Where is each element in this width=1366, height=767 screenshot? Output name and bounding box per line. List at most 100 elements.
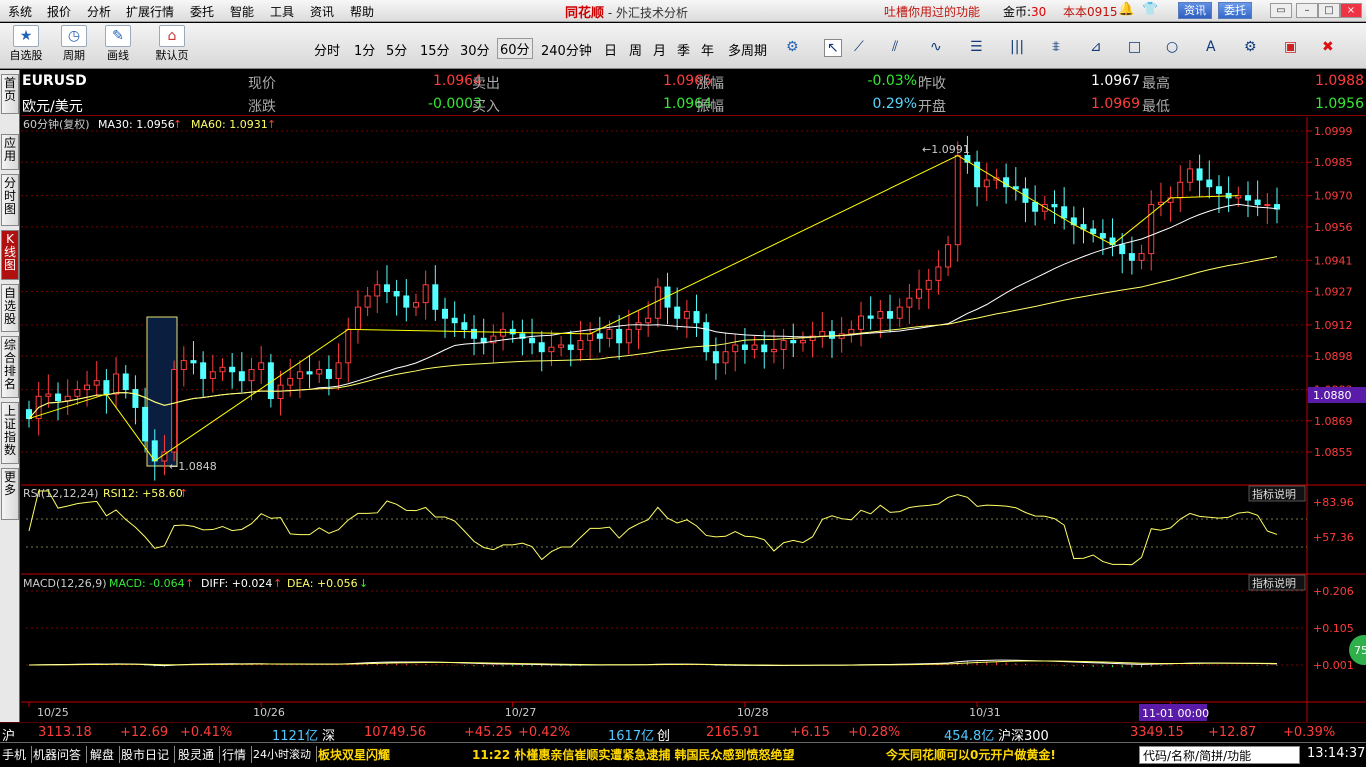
period-5min[interactable]: 5分 [386, 40, 407, 59]
line-tool-icon[interactable]: ⟋ [854, 39, 864, 55]
period-season[interactable]: 季 [677, 40, 690, 59]
ma30-label: MA30: 1.0956 [98, 118, 175, 131]
menu-quote[interactable]: 报价 [47, 3, 71, 20]
period-60min[interactable]: 60分 [497, 38, 533, 59]
period-30min[interactable]: 30分 [460, 40, 490, 59]
period-day[interactable]: 日 [604, 40, 617, 59]
candle-body [93, 380, 100, 386]
fib-tool-icon[interactable]: ☰ [970, 39, 983, 55]
wave-tool-icon[interactable]: ∿ [930, 39, 942, 55]
text-tool-icon[interactable]: A [1206, 39, 1216, 55]
period-fenshi[interactable]: 分时 [314, 40, 340, 59]
rsi-value: RSI12: +58.60 [103, 487, 183, 500]
diff-arrow-icon: ↑ [273, 577, 282, 590]
news-button[interactable]: 资讯 [1178, 2, 1212, 19]
price-tick-label: 1.0970 [1314, 190, 1353, 203]
macd-arrow-icon: ↑ [185, 577, 194, 590]
candle-body [645, 317, 652, 324]
candle-body [654, 286, 661, 319]
menu-extended-quotes[interactable]: 扩展行情 [126, 3, 174, 20]
ticker-item: +12.69 [120, 725, 169, 740]
feedback-link[interactable]: 吐槽你用过的功能 [884, 3, 980, 20]
news-scroll-3[interactable]: 今天同花顺可以0元开户做黄金! [886, 746, 1056, 763]
watchlist-tool[interactable]: ★ 自选股 [6, 25, 46, 63]
tab-more[interactable]: 更多 [1, 468, 19, 520]
price-tick-label: 1.0956 [1314, 221, 1353, 234]
menu-smart[interactable]: 智能 [230, 3, 254, 20]
cursor-arrow-icon[interactable]: ↖ [824, 39, 842, 57]
candle-body [325, 369, 332, 379]
candle-body [142, 406, 149, 442]
status-tab-24h[interactable]: 24小时滚动 [253, 746, 317, 762]
status-tab-quotes[interactable]: 行情 [222, 746, 253, 763]
menu-system[interactable]: 系统 [8, 3, 32, 20]
ellipse-tool-icon[interactable]: ○ [1166, 39, 1178, 55]
svg-text:指标说明: 指标说明 [1252, 487, 1296, 501]
delete-drawing-icon[interactable]: ✖ [1322, 39, 1334, 55]
gann-tool-icon[interactable]: ⊿ [1090, 39, 1102, 55]
tab-intraday[interactable]: 分时图 [1, 174, 19, 226]
menu-help[interactable]: 帮助 [350, 3, 374, 20]
tab-apps[interactable]: 应用 [1, 134, 19, 170]
candle-body [625, 328, 632, 344]
parallel-line-icon[interactable]: ⫽ [892, 39, 898, 55]
status-tab-jiepan[interactable]: 解盘 [90, 746, 121, 763]
code-search-input[interactable]: 代码/名称/简拼/功能 [1139, 746, 1300, 764]
tab-kline[interactable]: K线图 [1, 230, 19, 280]
period-1min[interactable]: 1分 [354, 40, 375, 59]
menu-tools[interactable]: 工具 [270, 3, 294, 20]
period-240min[interactable]: 240分钟 [541, 40, 592, 59]
tab-home[interactable]: 首页 [1, 74, 19, 114]
rect-tool-icon[interactable]: □ [1128, 39, 1141, 55]
status-tab-gulingtong[interactable]: 股灵通 [178, 746, 221, 763]
candle-body [1196, 168, 1203, 181]
account-name[interactable]: 本本0915 [1063, 3, 1118, 20]
candle-body [451, 317, 458, 324]
minimize-icon[interactable]: – [1296, 3, 1318, 18]
draw-settings-icon[interactable]: ⚙ [1244, 39, 1257, 55]
status-tab-mobile[interactable]: 手机 [2, 746, 33, 763]
left-tab-strip: 首页 应用 分时图 K线图 自选股 综合排名 上证指数 更多 [0, 70, 20, 722]
candle-body [935, 266, 942, 281]
draw-tool[interactable]: ✎ 画线 [98, 25, 138, 63]
status-tab-diary[interactable]: 股市日记 [121, 746, 176, 763]
price-tick-label: 1.0869 [1314, 415, 1353, 428]
news-scroll-1[interactable]: 板块双星闪耀 [318, 746, 390, 763]
menu-bar: 系统 报价 分析 扩展行情 委托 智能 工具 资讯 帮助 同花顺 - 外汇技术分… [0, 0, 1366, 22]
menu-news[interactable]: 资讯 [310, 3, 334, 20]
candle-body [1254, 199, 1261, 206]
menu-trade[interactable]: 委托 [190, 3, 214, 20]
ma60-arrow-icon: ↑ [267, 118, 276, 131]
candle-body [1206, 179, 1213, 188]
menu-analysis[interactable]: 分析 [87, 3, 111, 20]
maximize-icon[interactable]: □ [1318, 3, 1340, 18]
window-subtitle: 外汇技术分析 [615, 6, 688, 20]
tab-ranking[interactable]: 综合排名 [1, 336, 19, 398]
news-scroll-2[interactable]: 11:22 朴槿惠亲信崔顺实遭紧急逮捕 韩国民众感到愤怒绝望 [472, 746, 795, 763]
ticker-item: +0.39% [1283, 725, 1336, 740]
trade-button[interactable]: 委托 [1218, 2, 1252, 19]
candle-body [828, 331, 835, 339]
period-week[interactable]: 周 [629, 40, 642, 59]
shirt-icon[interactable]: 👕 [1142, 2, 1158, 17]
period-month[interactable]: 月 [653, 40, 666, 59]
candle-body [945, 244, 952, 268]
window-menu-icon[interactable]: ▭ [1270, 3, 1292, 18]
period-tool[interactable]: ◷ 周期 [54, 25, 94, 63]
period-year[interactable]: 年 [701, 40, 714, 59]
candle-body [887, 311, 894, 319]
candle-body [1099, 233, 1106, 239]
kline-chart[interactable]: 60分钟(复权) MA30: 1.0956 ↑ MA60: 1.0931 ↑ ←… [21, 117, 1366, 722]
settings-gear-icon[interactable]: ⚙ [786, 39, 799, 55]
tab-watchlist[interactable]: 自选股 [1, 284, 19, 332]
tab-sh-index[interactable]: 上证指数 [1, 402, 19, 464]
close-icon[interactable]: × [1340, 3, 1362, 18]
default-page-tool[interactable]: ⌂ 默认页 [150, 25, 194, 63]
save-drawing-icon[interactable]: ▣ [1284, 39, 1297, 55]
status-tab-qa[interactable]: 机器问答 [33, 746, 88, 763]
period-multi[interactable]: 多周期 [728, 40, 767, 59]
bell-icon[interactable]: 🔔 [1118, 2, 1134, 17]
period-15min[interactable]: 15分 [420, 40, 450, 59]
channel-tool-icon[interactable]: ⩨ [1052, 39, 1060, 55]
cycle-tool-icon[interactable]: ||| [1010, 39, 1024, 55]
